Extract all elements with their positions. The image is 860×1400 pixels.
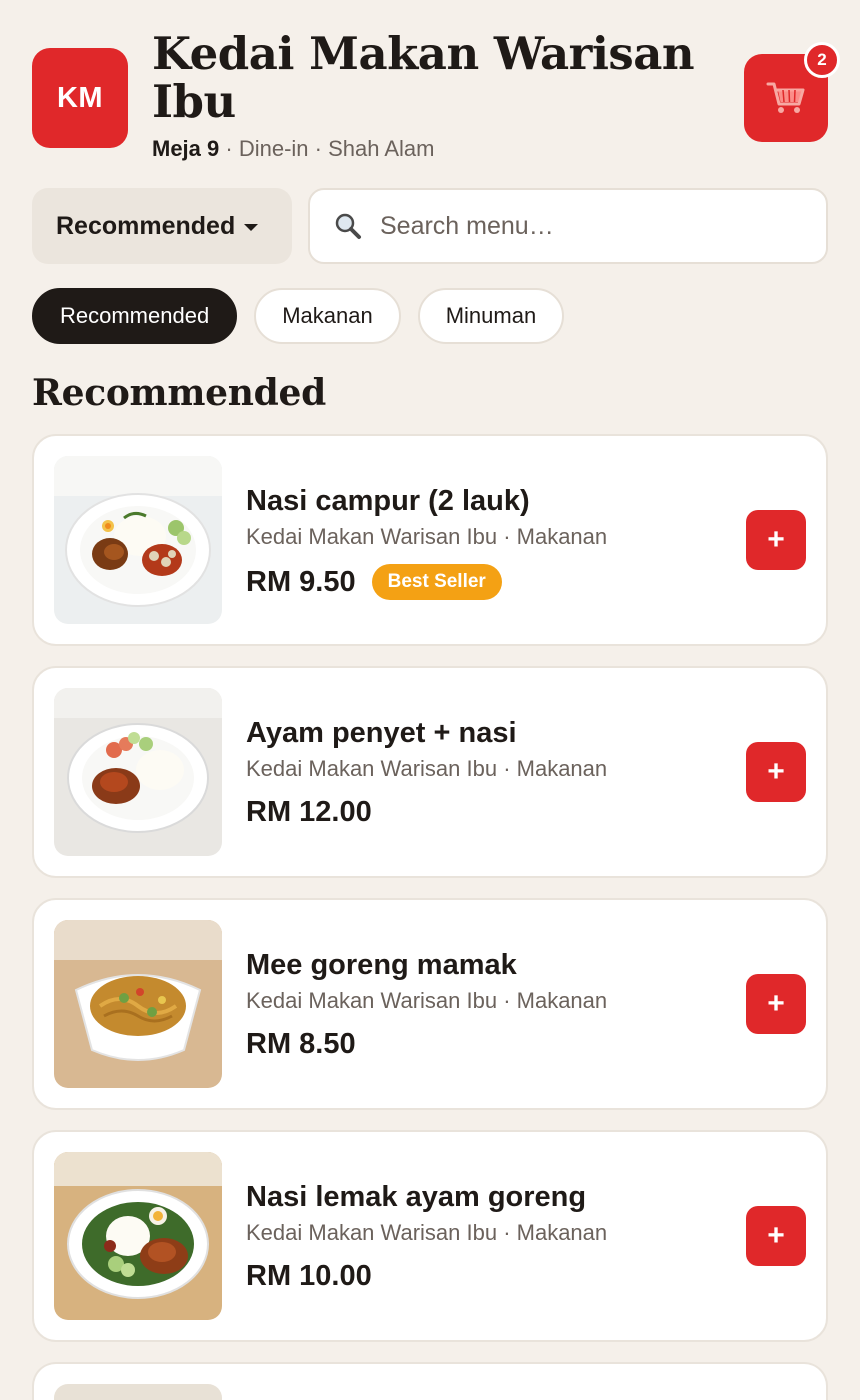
add-to-cart-button[interactable]: +	[746, 510, 806, 570]
menu-item-card[interactable]: Nasi campur (2 lauk) Kedai Makan Warisan…	[32, 434, 828, 646]
order-info: Meja 9 · Dine-in · Shah Alam	[152, 136, 712, 162]
sort-label: Recommended	[56, 211, 236, 240]
menu-item-card[interactable]: Mee goreng mamak Kedai Makan Warisan Ibu…	[32, 898, 828, 1110]
sort-dropdown[interactable]: Recommended	[32, 188, 292, 264]
item-meta: Kedai Makan Warisan Ibu · Makanan	[246, 756, 608, 781]
item-price: RM 10.00	[246, 1260, 372, 1292]
item-meta: Kedai Makan Warisan Ibu · Makanan	[246, 988, 608, 1013]
menu-list: Nasi campur (2 lauk) Kedai Makan Warisan…	[32, 434, 828, 1362]
item-info: Mee goreng mamak Kedai Makan Warisan Ibu…	[246, 948, 726, 1061]
item-name: Nasi lemak ayam goreng	[246, 1181, 587, 1213]
menu-item-card[interactable]: Nasi lemak ayam goreng Kedai Makan Waris…	[32, 1130, 828, 1342]
item-info: Ayam penyet + nasi Kedai Makan Warisan I…	[246, 716, 726, 829]
food-photo	[54, 688, 222, 856]
category-chip-recommended[interactable]: Recommended	[32, 288, 238, 344]
table-label: Meja 9	[152, 136, 220, 161]
item-name: Mee goreng mamak	[246, 949, 517, 981]
add-to-cart-button[interactable]: +	[746, 1206, 806, 1266]
item-info: Nasi campur (2 lauk) Kedai Makan Warisan…	[246, 484, 726, 600]
order-details: · Dine-in · Shah Alam	[219, 136, 435, 161]
section-title: Recommended	[32, 372, 326, 414]
title-block: Kedai Makan Warisan Ibu Meja 9 · Dine-in…	[152, 30, 712, 162]
item-meta: Kedai Makan Warisan Ibu · Makanan	[246, 1220, 608, 1245]
menu-item-card-partial[interactable]	[32, 1362, 828, 1400]
item-name: Nasi campur (2 lauk)	[246, 485, 530, 517]
best-seller-badge: Best Seller	[371, 564, 502, 600]
item-price: RM 9.50	[246, 565, 356, 598]
category-chip-minuman[interactable]: Minuman	[417, 288, 565, 344]
item-info: Nasi lemak ayam goreng Kedai Makan Waris…	[246, 1180, 726, 1293]
item-meta: Kedai Makan Warisan Ibu · Makanan	[246, 524, 608, 549]
search-box[interactable]	[308, 188, 828, 264]
header: KM Kedai Makan Warisan Ibu Meja 9 · Dine…	[32, 30, 840, 170]
category-chips: Recommended Makanan Minuman	[32, 288, 565, 344]
store-logo: KM	[32, 48, 128, 148]
item-price: RM 12.00	[246, 796, 372, 828]
add-to-cart-button[interactable]: +	[746, 974, 806, 1034]
cart-button[interactable]: 2	[744, 42, 840, 142]
cart-count-badge: 2	[804, 42, 840, 78]
search-input[interactable]	[380, 211, 780, 241]
item-price: RM 8.50	[246, 1028, 356, 1060]
shopping-cart-icon	[766, 82, 805, 113]
item-price-row: RM 9.50 Best Seller	[246, 564, 726, 600]
toolbar: Recommended	[32, 188, 828, 264]
store-name: Kedai Makan Warisan Ibu	[152, 27, 695, 128]
magnifier-icon	[335, 213, 361, 239]
food-photo	[54, 456, 222, 624]
category-chip-makanan[interactable]: Makanan	[254, 288, 401, 344]
item-price-row: RM 10.00	[246, 1260, 726, 1293]
food-photo	[54, 920, 222, 1088]
food-photo	[54, 1384, 222, 1400]
add-to-cart-button[interactable]: +	[746, 742, 806, 802]
food-photo	[54, 1152, 222, 1320]
caret-down-icon	[244, 224, 259, 231]
item-name: Ayam penyet + nasi	[246, 717, 517, 749]
menu-item-card[interactable]: Ayam penyet + nasi Kedai Makan Warisan I…	[32, 666, 828, 878]
item-price-row: RM 12.00	[246, 796, 726, 829]
item-price-row: RM 8.50	[246, 1028, 726, 1061]
